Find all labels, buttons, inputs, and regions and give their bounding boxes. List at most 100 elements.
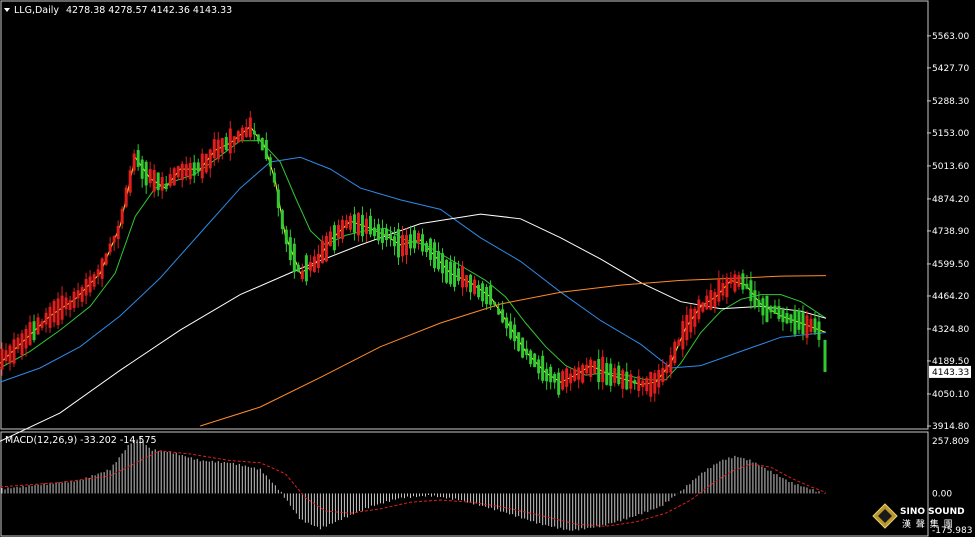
candle-body — [549, 366, 553, 383]
candle-body — [60, 295, 64, 320]
last-candle-body — [823, 339, 827, 372]
candle-body — [252, 130, 256, 135]
candle-body — [457, 268, 461, 281]
candle-body — [453, 262, 457, 287]
candle-body — [220, 138, 224, 154]
candle-body — [613, 368, 617, 383]
candle-body — [437, 251, 441, 270]
candle-body — [617, 365, 621, 385]
candle-body — [609, 363, 613, 386]
candle-body — [553, 373, 557, 383]
price-tick-label: 5013.60 — [932, 162, 969, 172]
candle-body — [36, 317, 40, 335]
candle-body — [116, 225, 120, 240]
candle-body — [713, 292, 717, 307]
candle-body — [224, 136, 228, 151]
candle-body — [144, 161, 148, 186]
candle-body — [368, 215, 372, 235]
price-tick-label: 4738.90 — [932, 227, 969, 237]
candle-body — [777, 305, 781, 319]
candle-body — [809, 318, 813, 332]
candle-body — [12, 339, 16, 364]
candle-body — [585, 364, 589, 374]
candle-body — [749, 280, 753, 302]
candle-body — [28, 322, 32, 345]
candle-body — [232, 136, 236, 145]
candle-body — [745, 283, 749, 289]
candle-body — [709, 289, 713, 310]
price-tick-label: 5563.00 — [932, 32, 969, 42]
candle-body — [312, 256, 316, 272]
candle-body — [757, 299, 761, 308]
candle-body — [280, 210, 284, 230]
candle-body — [176, 166, 180, 178]
candle-body — [328, 231, 332, 247]
price-tick-label: 5427.70 — [932, 64, 969, 74]
chart-canvas[interactable]: 5563.00 5427.70 5288.30 5153.00 5013.60 4874.… — [0, 0, 975, 537]
candle-body — [300, 270, 304, 280]
candle-body — [561, 371, 565, 390]
candle-body — [260, 137, 264, 151]
moving-average-line-ma_fast — [0, 125, 827, 386]
candle-body — [521, 337, 525, 358]
candle-body — [320, 240, 324, 264]
candle-body — [104, 253, 108, 265]
candle-body — [52, 300, 56, 323]
candle-body — [48, 306, 52, 328]
candle-body — [352, 214, 356, 233]
candle-body — [72, 291, 76, 308]
candle-body — [308, 261, 312, 271]
candle-body — [64, 297, 68, 310]
candle-body — [276, 189, 280, 209]
candle-body — [296, 264, 300, 272]
ohlc-label: 4278.38 4278.57 4142.36 4143.33 — [66, 5, 232, 16]
candle-body — [589, 359, 593, 377]
candle-body — [128, 170, 132, 193]
candle-body — [372, 227, 376, 237]
price-tick-label: 4050.10 — [932, 390, 969, 400]
candle-body — [88, 276, 92, 293]
current-price-label: 4143.33 — [932, 368, 969, 378]
candle-body — [605, 363, 609, 385]
candle-body — [92, 274, 96, 287]
candle-body — [729, 277, 733, 284]
candle-body — [172, 168, 176, 186]
candle-body — [593, 360, 597, 374]
candle-body — [817, 321, 821, 340]
candle-body — [100, 258, 104, 279]
candle-body — [324, 235, 328, 262]
candle-body — [112, 236, 116, 243]
candle-body — [649, 371, 653, 397]
candle-body — [753, 290, 757, 308]
candle-body — [673, 341, 677, 364]
candle-body — [445, 259, 449, 283]
candle-body — [364, 218, 368, 234]
candle-body — [140, 159, 144, 179]
candle-body — [136, 150, 140, 167]
candle-body — [469, 274, 473, 293]
candle-body — [565, 368, 569, 387]
symbol-header: LLG,Daily 4278.38 4278.57 4142.36 4143.3… — [4, 5, 232, 16]
candle-body — [485, 286, 489, 305]
candle-body — [376, 224, 380, 241]
candle-body — [417, 232, 421, 243]
candle-body — [541, 355, 545, 381]
candle-body — [481, 283, 485, 302]
dropdown-triangle-icon[interactable] — [4, 8, 10, 12]
candle-body — [40, 321, 44, 328]
candle-body — [433, 242, 437, 269]
candle-body — [537, 359, 541, 374]
candle-body — [597, 358, 601, 383]
moving-average-line-ma_longest — [200, 275, 827, 427]
candle-body — [505, 317, 509, 329]
candle-body — [208, 149, 212, 169]
candle-body — [332, 225, 336, 251]
candle-body — [517, 332, 521, 351]
candle-body — [697, 299, 701, 320]
candle-body — [625, 371, 629, 390]
candle-body — [192, 162, 196, 176]
price-tick-label: 5288.30 — [932, 97, 969, 107]
moving-average-layer — [0, 125, 827, 442]
chart-window: 5563.00 5427.70 5288.30 5153.00 5013.60 4874.… — [0, 0, 975, 537]
candle-body — [781, 310, 785, 323]
